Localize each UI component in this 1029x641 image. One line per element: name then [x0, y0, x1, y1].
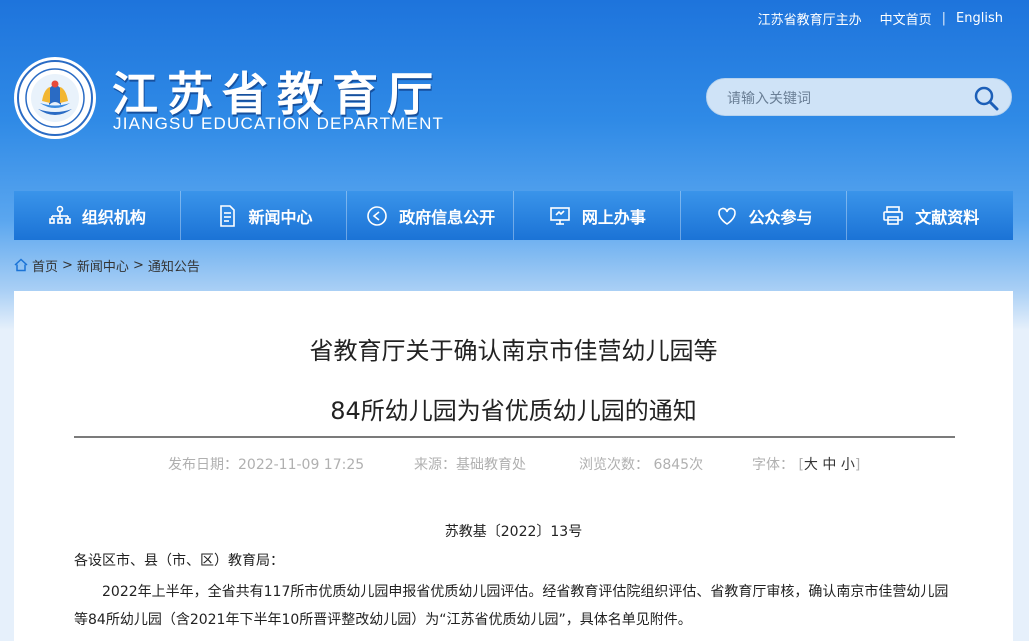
article-panel: 省教育厅关于确认南京市佳营幼儿园等 84所幼儿园为省优质幼儿园的通知 发布日期：…	[14, 291, 1013, 641]
breadcrumb-home[interactable]: 首页	[32, 256, 58, 275]
host-text: 江苏省教育厅主办	[757, 12, 862, 28]
date-value: 2022-11-09 17:25	[238, 457, 365, 473]
article-paragraph: 2022年上半年，全省共有117所市优质幼儿园申报省优质幼儿园评估。经省教育评估…	[74, 584, 949, 628]
document-icon	[219, 204, 235, 227]
font-size-switcher: 字体： [大 中 小]	[752, 454, 860, 474]
breadcrumb: 首页 > 新闻中心 > 通知公告	[14, 256, 200, 275]
source: 来源：基础教育处	[414, 454, 526, 474]
breadcrumb-sep: >	[62, 257, 73, 273]
top-links: 江苏省教育厅主办 中文首页 | English	[758, 8, 1003, 28]
english-link[interactable]: English	[956, 11, 1003, 26]
main-nav: 组织机构 新闻中心 政府信息公开 网上办事 公众参与 文献资料	[14, 191, 1013, 240]
home-icon	[14, 258, 28, 272]
nav-item-participation[interactable]: 公众参与	[681, 191, 848, 240]
fontsize-label: 字体：	[752, 457, 794, 473]
org-chart-icon	[49, 205, 71, 224]
article-meta: 发布日期：2022-11-09 17:25 来源：基础教育处 浏览次数： 684…	[14, 454, 1013, 474]
nav-label: 公众参与	[748, 207, 813, 227]
views-value: 6845次	[653, 457, 704, 473]
source-value: 基础教育处	[456, 457, 526, 473]
nav-label: 组织机构	[81, 207, 146, 227]
search-box	[706, 78, 1012, 116]
date-label: 发布日期：	[168, 457, 238, 473]
heart-icon	[717, 207, 736, 225]
nav-item-documents[interactable]: 文献资料	[847, 191, 1013, 240]
play-circle-icon	[367, 205, 387, 226]
font-large-button[interactable]: 大	[804, 457, 818, 473]
breadcrumb-sep: >	[132, 257, 144, 273]
article-title-line2: 84所幼儿园为省优质幼儿园的通知	[330, 397, 697, 425]
document-number: 苏教基〔2022〕13号	[444, 524, 583, 540]
breadcrumb-news[interactable]: 新闻中心	[77, 256, 129, 275]
publish-date: 发布日期：2022-11-09 17:25	[168, 454, 364, 474]
font-small-button[interactable]: 小	[841, 457, 855, 473]
nav-label: 政府信息公开	[399, 207, 496, 227]
article-title-line1: 省教育厅关于确认南京市佳营幼儿园等	[309, 337, 718, 365]
title-divider	[74, 436, 955, 438]
nav-label: 新闻中心	[248, 207, 313, 227]
breadcrumb-notice[interactable]: 通知公告	[148, 256, 200, 275]
views-label: 浏览次数：	[579, 457, 649, 473]
link-separator: |	[941, 10, 947, 26]
site-subtitle: JIANGSU EDUCATION DEPARTMENT	[113, 114, 445, 133]
search-input[interactable]	[725, 87, 969, 111]
nav-item-gov-info[interactable]: 政府信息公开	[347, 191, 515, 240]
nav-label: 网上办事	[581, 207, 646, 227]
monitor-icon	[550, 206, 570, 225]
printer-icon	[883, 205, 903, 225]
font-medium-button[interactable]: 中	[822, 457, 836, 473]
seal-logo-icon[interactable]	[14, 57, 96, 139]
salutation: 各设区市、县（市、区）教育局：	[74, 553, 284, 569]
source-label: 来源：	[414, 457, 456, 473]
bracket-close: ]	[854, 457, 861, 473]
search-icon[interactable]	[973, 85, 999, 111]
view-count: 浏览次数： 6845次	[579, 454, 703, 474]
nav-item-news[interactable]: 新闻中心	[181, 191, 348, 240]
nav-item-organization[interactable]: 组织机构	[14, 191, 181, 240]
nav-label: 文献资料	[915, 207, 980, 227]
nav-item-online-service[interactable]: 网上办事	[514, 191, 681, 240]
home-link[interactable]: 中文首页	[880, 9, 932, 28]
